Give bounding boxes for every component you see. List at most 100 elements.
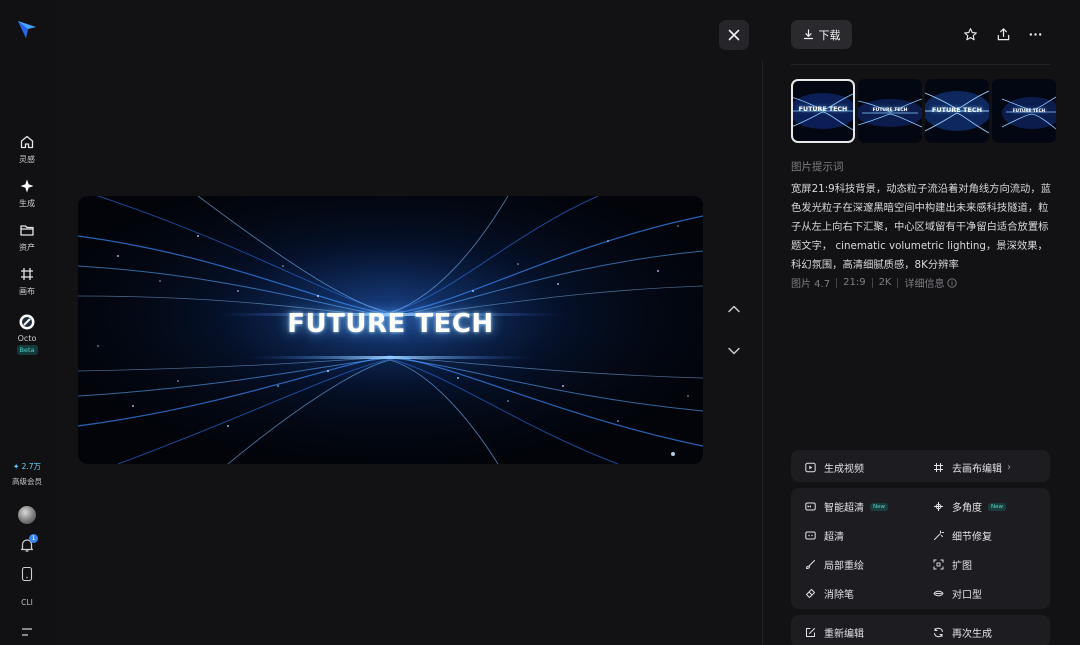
info-icon	[947, 277, 958, 288]
rail-item-label: 生成	[19, 199, 35, 208]
left-rail: 灵感 生成 资产 画布 Octo Beta ✦ 2.7万 高级会员 1 CLI	[0, 0, 54, 645]
meta-separator	[897, 277, 899, 288]
favorite-button[interactable]	[960, 24, 980, 44]
generate-video-button[interactable]: 生成视频	[805, 460, 864, 475]
rail-item-inspiration[interactable]: 灵感	[0, 134, 54, 165]
main-image: FUTURE TECH	[78, 196, 703, 464]
credits-value: 2.7万	[21, 462, 42, 471]
rail-item-octo[interactable]: Octo Beta	[0, 314, 54, 355]
rail-item-label: Octo	[17, 334, 37, 343]
action-label: 对口型	[952, 590, 982, 601]
hd-icon	[805, 531, 816, 540]
meta-separator	[836, 277, 838, 288]
smart-hd-icon	[805, 502, 816, 511]
magic-wand-icon	[934, 530, 944, 540]
share-button[interactable]	[993, 24, 1013, 44]
action-label: 去画布编辑	[952, 464, 1002, 475]
hd-button[interactable]: 超清	[805, 528, 844, 543]
folder-icon	[20, 225, 34, 236]
action-label: 消除笔	[824, 590, 854, 601]
menu-icon[interactable]	[20, 626, 34, 638]
action-label: 再次生成	[952, 629, 992, 640]
home-icon	[20, 135, 34, 149]
rail-item-generate[interactable]: 生成	[0, 178, 54, 209]
thumbnail-3[interactable]: FUTURE TECH	[925, 79, 989, 143]
meta-model: 图片 4.7	[791, 279, 831, 290]
download-button[interactable]: 下载	[791, 20, 852, 49]
new-badge: New	[870, 502, 888, 511]
multi-angle-icon	[934, 502, 943, 511]
rail-item-label: 资产	[19, 243, 35, 252]
rail-item-label: 灵感	[19, 155, 35, 164]
action-label: 多角度	[952, 503, 982, 514]
details-label: 详细信息	[904, 279, 945, 290]
expand-icon	[933, 559, 944, 570]
membership-button[interactable]: ✦ 2.7万 高级会员	[7, 458, 47, 490]
rail-item-assets[interactable]: 资产	[0, 222, 54, 253]
close-button[interactable]	[719, 20, 749, 50]
thumbnail-text: FUTURE TECH	[1012, 108, 1046, 113]
play-icon	[805, 462, 816, 473]
action-label: 重新编辑	[824, 629, 864, 640]
lip-sync-button[interactable]: 对口型	[933, 586, 982, 601]
details-link[interactable]: 详细信息	[904, 275, 958, 290]
chevron-down-icon	[728, 347, 740, 355]
action-label: 超清	[824, 532, 844, 543]
outpaint-button[interactable]: 扩图	[933, 557, 972, 572]
membership-label: 高级会员	[12, 477, 42, 486]
inpaint-button[interactable]: 局部重绘	[805, 557, 864, 572]
notification-badge: 1	[29, 534, 38, 543]
eraser-button[interactable]: 消除笔	[805, 586, 854, 601]
action-label: 智能超清	[824, 503, 864, 514]
notifications-button[interactable]: 1	[18, 534, 38, 554]
action-label: 扩图	[952, 561, 972, 572]
meta-separator	[871, 277, 873, 288]
chevron-right-icon: ›	[1007, 462, 1011, 473]
rail-item-canvas[interactable]: 画布	[0, 266, 54, 297]
header-divider	[791, 64, 1050, 65]
thumbnail-4[interactable]: FUTURE TECH	[992, 79, 1056, 143]
thumbnail-2[interactable]: FUTURE TECH	[858, 79, 922, 143]
regenerate-icon	[934, 627, 943, 638]
credits-count: ✦ 2.7万	[12, 462, 42, 471]
avatar[interactable]	[18, 506, 36, 524]
eraser-icon	[806, 589, 815, 598]
panel-divider	[762, 60, 763, 645]
more-button[interactable]	[1025, 24, 1045, 44]
thumbnail-1[interactable]: FUTURE TECH	[791, 79, 855, 143]
beta-badge: Beta	[16, 345, 38, 355]
previous-image-button[interactable]	[723, 298, 745, 320]
thumbnail-text: FUTURE TECH	[872, 108, 908, 113]
sparkle-icon	[20, 179, 34, 193]
meta-resolution: 2K	[878, 277, 892, 288]
cli-button[interactable]: CLI	[0, 598, 54, 607]
edit-icon	[806, 628, 815, 637]
star-icon	[963, 27, 977, 40]
brush-icon	[805, 560, 815, 570]
more-icon	[1029, 32, 1041, 36]
close-icon	[728, 29, 740, 41]
action-label: 生成视频	[824, 464, 864, 475]
canvas-edit-button[interactable]: 去画布编辑 ›	[933, 460, 1011, 475]
new-badge: New	[988, 502, 1006, 511]
phone-icon[interactable]	[20, 566, 34, 582]
smart-hd-button[interactable]: 智能超清 New	[805, 499, 888, 514]
regenerate-button[interactable]: 再次生成	[933, 625, 992, 640]
thumbnail-strip: FUTURE TECH FUTURE TECH FUTURE TECH FUTU…	[791, 79, 1056, 143]
download-label: 下载	[818, 28, 841, 42]
octo-icon	[19, 314, 35, 330]
action-card-secondary: 重新编辑 再次生成	[791, 615, 1050, 645]
image-meta: 图片 4.7 21:9 2K 详细信息	[791, 275, 958, 290]
re-edit-button[interactable]: 重新编辑	[805, 625, 864, 640]
image-title-text: FUTURE TECH	[287, 309, 494, 339]
next-image-button[interactable]	[723, 340, 745, 362]
prompt-label: 图片提示词	[791, 161, 844, 173]
action-card-primary: 生成视频 去画布编辑 ›	[791, 450, 1050, 482]
share-icon	[997, 27, 1009, 40]
rail-item-label: 画布	[19, 287, 35, 296]
multi-angle-button[interactable]: 多角度 New	[933, 499, 1006, 514]
detail-repair-button[interactable]: 细节修复	[933, 528, 992, 543]
meta-ratio: 21:9	[843, 277, 866, 288]
logo-icon[interactable]	[16, 18, 38, 40]
download-icon	[803, 29, 813, 40]
